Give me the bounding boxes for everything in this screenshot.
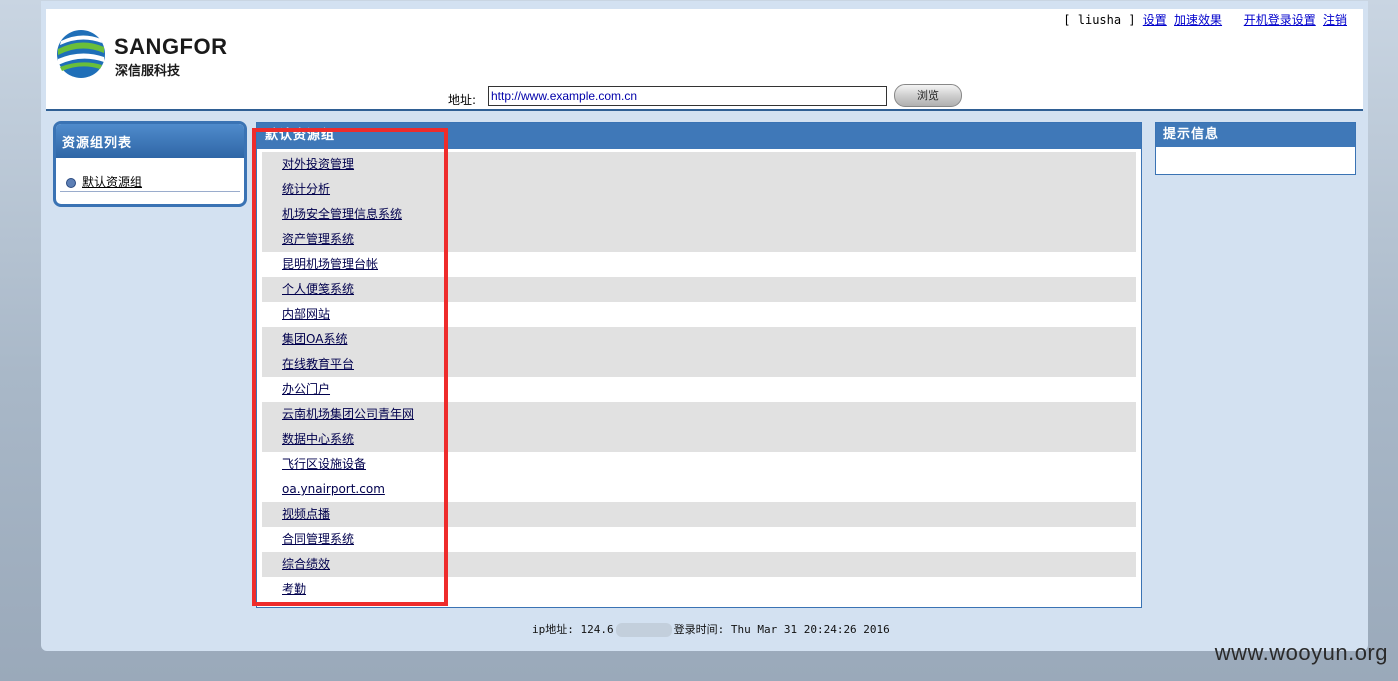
- resource-link[interactable]: 资产管理系统: [282, 232, 354, 246]
- username: [ liusha ]: [1063, 13, 1136, 27]
- address-input[interactable]: [488, 86, 887, 106]
- login-time: 登录时间: Thu Mar 31 20:24:26 2016: [673, 623, 890, 636]
- list-item: 集团OA系统: [262, 327, 1136, 352]
- list-item: 飞行区设施设备: [262, 452, 1136, 477]
- brand-logo: SANGFOR 深信服科技: [56, 29, 236, 83]
- browse-button[interactable]: 浏览: [894, 84, 962, 107]
- resource-link[interactable]: 考勤: [282, 582, 306, 596]
- resource-link[interactable]: 内部网站: [282, 307, 330, 321]
- sangfor-logo-icon: [57, 30, 105, 78]
- tips-title: 提示信息: [1156, 123, 1355, 147]
- list-item: 资产管理系统: [262, 227, 1136, 252]
- app-frame: SANGFOR 深信服科技 [ liusha ] 设置 加速效果 开机登录设置 …: [41, 1, 1368, 651]
- list-item: 机场安全管理信息系统: [262, 202, 1136, 227]
- resource-link[interactable]: 个人便笺系统: [282, 282, 354, 296]
- user-bar: [ liusha ] 设置 加速效果 开机登录设置 注销: [1063, 11, 1347, 28]
- resource-link[interactable]: 综合绩效: [282, 557, 330, 571]
- list-item: 数据中心系统: [262, 427, 1136, 452]
- resource-list-panel: 默认资源组 对外投资管理 统计分析 机场安全管理信息系统 资产管理系统 昆明机场…: [256, 122, 1142, 608]
- resource-link[interactable]: 集团OA系统: [282, 332, 347, 346]
- resource-link[interactable]: oa.ynairport.com: [282, 482, 385, 496]
- resource-link[interactable]: 云南机场集团公司青年网: [282, 407, 414, 421]
- list-item: 统计分析: [262, 177, 1136, 202]
- acceleration-link[interactable]: 加速效果: [1174, 13, 1222, 27]
- resource-link[interactable]: 在线教育平台: [282, 357, 354, 371]
- list-item: oa.ynairport.com: [262, 477, 1136, 502]
- divider: [60, 191, 240, 192]
- tips-panel: 提示信息: [1155, 122, 1356, 175]
- redacted-blur: [615, 623, 672, 637]
- list-item: 综合绩效: [262, 552, 1136, 577]
- watermark: www.wooyun.org: [1214, 640, 1388, 665]
- resource-list: 对外投资管理 统计分析 机场安全管理信息系统 资产管理系统 昆明机场管理台帐 个…: [262, 152, 1136, 602]
- resource-list-title: 默认资源组: [257, 123, 1141, 149]
- list-item: 办公门户: [262, 377, 1136, 402]
- settings-link[interactable]: 设置: [1143, 13, 1167, 27]
- resource-link[interactable]: 机场安全管理信息系统: [282, 207, 402, 221]
- startup-login-settings-link[interactable]: 开机登录设置: [1244, 13, 1316, 27]
- resource-link[interactable]: 数据中心系统: [282, 432, 354, 446]
- logout-link[interactable]: 注销: [1323, 13, 1347, 27]
- list-item: 视频点播: [262, 502, 1136, 527]
- list-item: 在线教育平台: [262, 352, 1136, 377]
- list-item: 对外投资管理: [262, 152, 1136, 177]
- resource-link[interactable]: 合同管理系统: [282, 532, 354, 546]
- ip-address: ip地址: 124.6: [532, 623, 614, 636]
- brand-subtitle: 深信服科技: [115, 64, 181, 79]
- list-item: 云南机场集团公司青年网: [262, 402, 1136, 427]
- resource-link[interactable]: 昆明机场管理台帐: [282, 257, 378, 271]
- list-item: 内部网站: [262, 302, 1136, 327]
- list-item: 个人便笺系统: [262, 277, 1136, 302]
- resource-group-title: 资源组列表: [56, 124, 244, 158]
- address-label: 地址:: [448, 93, 477, 107]
- header: SANGFOR 深信服科技 [ liusha ] 设置 加速效果 开机登录设置 …: [46, 9, 1363, 111]
- resource-link[interactable]: 视频点播: [282, 507, 330, 521]
- list-item: 合同管理系统: [262, 527, 1136, 552]
- resource-link[interactable]: 办公门户: [282, 382, 330, 396]
- list-item: 昆明机场管理台帐: [262, 252, 1136, 277]
- brand-name: SANGFOR: [114, 34, 228, 59]
- resource-group-link[interactable]: 默认资源组: [82, 175, 142, 189]
- resource-link[interactable]: 对外投资管理: [282, 157, 354, 171]
- footer-status: ip地址: 124.6 登录时间: Thu Mar 31 20:24:26 201…: [532, 621, 890, 637]
- resource-link[interactable]: 统计分析: [282, 182, 330, 196]
- resource-group-panel: 资源组列表 默认资源组: [53, 121, 247, 207]
- bullet-icon: [66, 177, 76, 188]
- resource-link[interactable]: 飞行区设施设备: [282, 457, 366, 471]
- list-item: 考勤: [262, 577, 1136, 602]
- resource-group-item[interactable]: 默认资源组: [66, 173, 142, 190]
